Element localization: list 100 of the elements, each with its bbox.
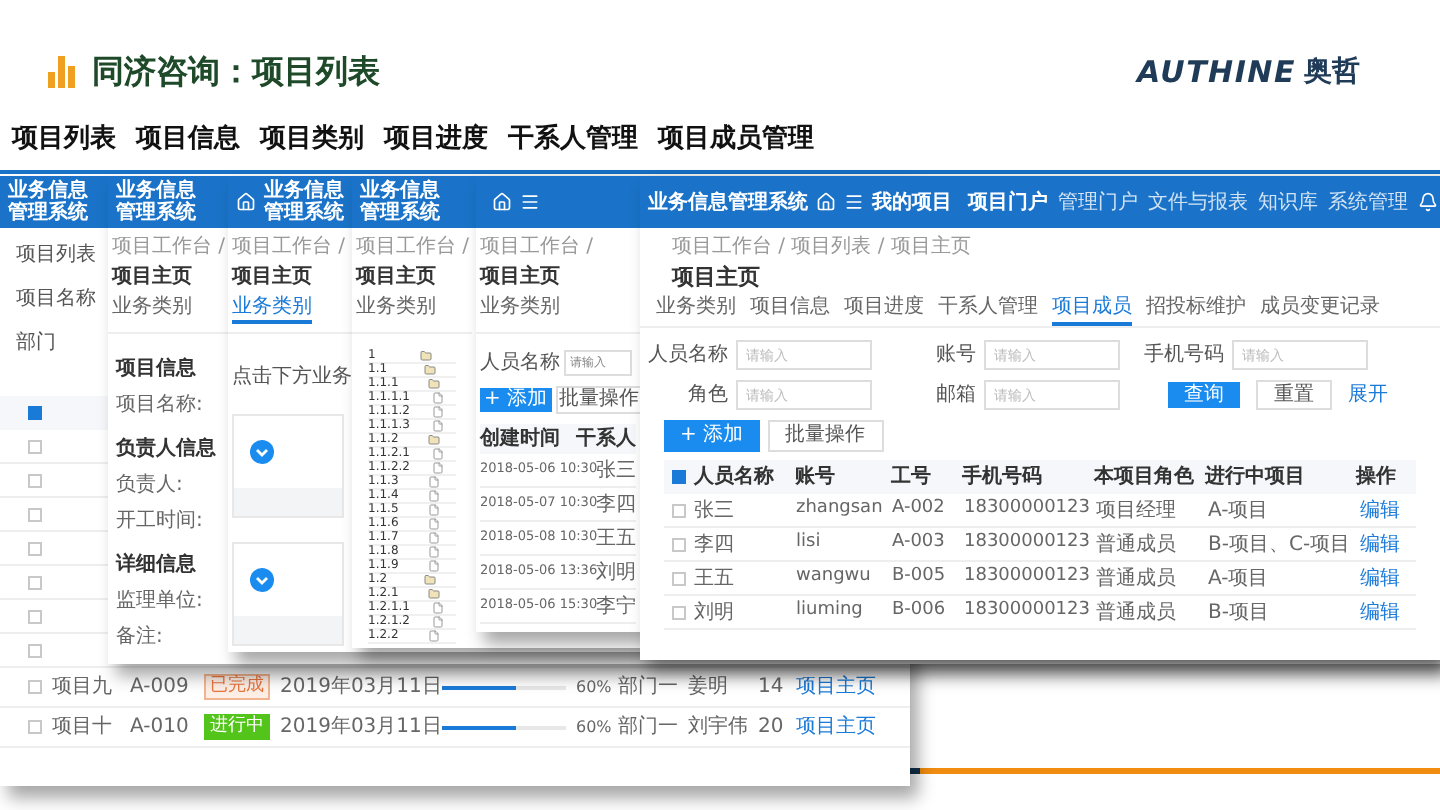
edit-link[interactable]: 编辑 bbox=[1360, 529, 1400, 559]
checkbox[interactable] bbox=[28, 720, 42, 734]
menu-label: 项目信息 bbox=[136, 122, 240, 158]
checkbox[interactable] bbox=[28, 609, 42, 623]
page-title: 项目主页 bbox=[672, 264, 760, 292]
field-label: 角色 bbox=[686, 382, 728, 410]
table-cell-text: 王五 bbox=[596, 525, 636, 553]
filter-label: 部门 bbox=[16, 332, 56, 356]
tab[interactable]: 成员变更记录 bbox=[1260, 292, 1380, 326]
tab[interactable]: 项目成员 bbox=[1052, 292, 1132, 326]
checkbox[interactable] bbox=[28, 541, 42, 555]
file-icon[interactable] bbox=[428, 490, 440, 502]
file-icon[interactable] bbox=[432, 602, 444, 614]
edit-link[interactable]: 编辑 bbox=[1360, 563, 1400, 593]
checkbox[interactable] bbox=[28, 439, 42, 453]
breadcrumb: 项目工作台 / 项目列表 / 项目主页 bbox=[672, 236, 971, 260]
folder-icon[interactable] bbox=[420, 350, 432, 362]
page-title: 项目主页 bbox=[480, 264, 560, 290]
checkbox[interactable] bbox=[672, 503, 686, 517]
column-header: 创建时间 bbox=[480, 425, 562, 454]
reset-button[interactable]: 重置 bbox=[1256, 380, 1332, 410]
table-cell-text: A-009 bbox=[130, 674, 191, 702]
query-button[interactable]: 查询 bbox=[1168, 382, 1240, 408]
table-cell-text: 李宁 bbox=[596, 593, 636, 621]
folder-icon[interactable] bbox=[428, 378, 440, 390]
checkbox[interactable] bbox=[28, 507, 42, 521]
checkbox[interactable] bbox=[672, 470, 686, 484]
home-icon[interactable] bbox=[492, 192, 512, 212]
nav-link[interactable]: 管理门户 bbox=[1058, 187, 1138, 217]
folder-icon[interactable] bbox=[424, 574, 436, 586]
status-badge: 已完成 bbox=[204, 674, 270, 700]
project-link[interactable]: 项目主页 bbox=[796, 672, 876, 702]
tab[interactable]: 招投标维护 bbox=[1146, 292, 1246, 326]
file-icon[interactable] bbox=[432, 616, 444, 628]
checkbox[interactable] bbox=[672, 537, 686, 551]
slide-title: 同济咨询：项目列表 bbox=[92, 50, 380, 94]
checkbox[interactable] bbox=[672, 605, 686, 619]
column-header: 人员名称 bbox=[694, 463, 774, 492]
home-icon[interactable] bbox=[236, 192, 256, 212]
checkbox[interactable] bbox=[28, 473, 42, 487]
table-cell-text: B-005 bbox=[892, 564, 946, 591]
edit-link[interactable]: 编辑 bbox=[1360, 597, 1400, 627]
tab[interactable]: 业务类别 bbox=[232, 294, 312, 324]
file-icon[interactable] bbox=[428, 504, 440, 516]
file-icon[interactable] bbox=[428, 560, 440, 572]
file-icon[interactable] bbox=[428, 476, 440, 488]
nav-link[interactable]: 项目门户 bbox=[968, 187, 1048, 217]
file-icon[interactable] bbox=[432, 462, 444, 474]
file-icon[interactable] bbox=[432, 448, 444, 460]
checkbox[interactable] bbox=[28, 680, 42, 694]
table-cell-text: 18300000123 bbox=[964, 496, 1090, 523]
checkbox[interactable] bbox=[28, 643, 42, 657]
nav-link[interactable]: 系统管理 bbox=[1328, 187, 1408, 217]
menu-icon[interactable] bbox=[844, 192, 864, 212]
menu-label: 项目进度 bbox=[384, 121, 488, 158]
table-cell-text: 18300000123 bbox=[964, 564, 1090, 591]
tab[interactable]: 项目进度 bbox=[844, 292, 924, 326]
folder-icon[interactable] bbox=[428, 588, 440, 600]
add-button[interactable]: + 添加 bbox=[480, 388, 552, 412]
add-button[interactable]: + 添加 bbox=[664, 420, 760, 452]
table-cell-text: 普通成员 bbox=[1096, 565, 1176, 593]
folder-icon[interactable] bbox=[428, 434, 440, 446]
field-label: 开工时间: bbox=[116, 510, 203, 534]
checkbox[interactable] bbox=[672, 571, 686, 585]
tab[interactable]: 业务类别 bbox=[112, 294, 192, 324]
category-card[interactable] bbox=[232, 414, 344, 518]
file-icon[interactable] bbox=[432, 392, 444, 404]
tab[interactable]: 业务类别 bbox=[356, 294, 436, 324]
menu-icon[interactable] bbox=[520, 192, 540, 212]
nav-link[interactable]: 知识库 bbox=[1258, 187, 1318, 217]
logo-text: AUTHINE bbox=[1136, 51, 1296, 94]
file-icon[interactable] bbox=[432, 420, 444, 432]
field-label: 监理单位: bbox=[116, 590, 203, 614]
tab[interactable]: 业务类别 bbox=[480, 294, 560, 324]
category-card[interactable] bbox=[232, 542, 344, 646]
checkbox[interactable] bbox=[28, 406, 42, 420]
file-icon[interactable] bbox=[432, 406, 444, 418]
nav-link[interactable]: 文件与报表 bbox=[1148, 187, 1248, 217]
column-header: 进行中项目 bbox=[1205, 463, 1306, 492]
project-link[interactable]: 项目主页 bbox=[796, 712, 876, 742]
bell-icon[interactable] bbox=[1418, 192, 1438, 212]
home-icon[interactable] bbox=[816, 192, 836, 212]
expand-link[interactable]: 展开 bbox=[1348, 380, 1388, 410]
app-title: 业务信息管理系统 bbox=[8, 180, 90, 224]
file-icon[interactable] bbox=[428, 518, 440, 530]
tab[interactable]: 干系人管理 bbox=[938, 292, 1038, 326]
folder-icon[interactable] bbox=[424, 364, 436, 376]
checkbox[interactable] bbox=[28, 575, 42, 589]
field-label: 邮箱 bbox=[934, 381, 976, 410]
table-cell-text: 14 bbox=[758, 674, 786, 702]
batch-button[interactable]: 批量操作 bbox=[767, 420, 884, 452]
tab[interactable]: 项目信息 bbox=[750, 292, 830, 326]
edit-link[interactable]: 编辑 bbox=[1360, 495, 1400, 525]
file-icon[interactable] bbox=[428, 532, 440, 544]
app-title: 业务信息管理系统 bbox=[648, 189, 808, 217]
table-cell-text: 张三 bbox=[596, 457, 636, 485]
file-icon[interactable] bbox=[428, 630, 440, 642]
tab[interactable]: 业务类别 bbox=[656, 292, 736, 326]
chevron-circle-icon bbox=[250, 440, 274, 464]
file-icon[interactable] bbox=[428, 546, 440, 558]
